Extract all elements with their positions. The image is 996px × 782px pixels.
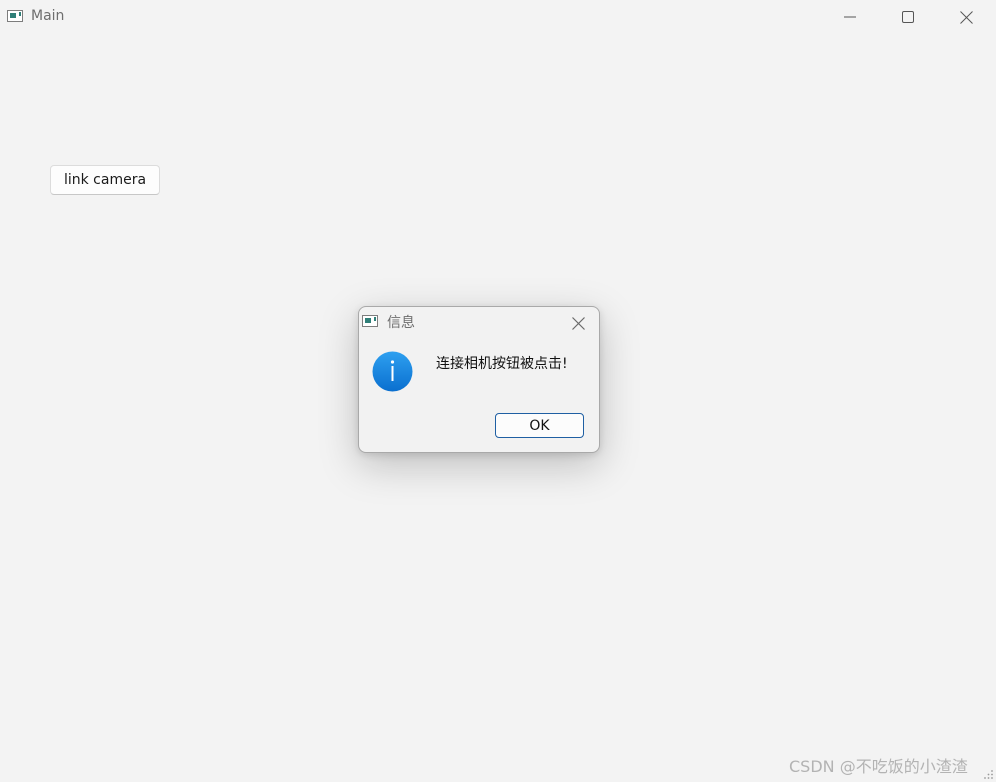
app-window-icon (7, 10, 23, 22)
dialog-title: 信息 (387, 315, 415, 331)
info-icon (372, 351, 413, 392)
close-icon (959, 10, 973, 24)
link-camera-button[interactable]: link camera (50, 165, 160, 195)
dialog-message: 连接相机按钮被点击! (436, 356, 568, 372)
main-window: Main link camera 信息 连接相机按钮被点击! OK CSDN @… (0, 0, 996, 782)
title-bar[interactable]: Main (0, 0, 996, 34)
minimize-button[interactable] (821, 0, 879, 34)
close-icon (571, 316, 585, 330)
dialog-window-icon (362, 315, 378, 327)
ok-button[interactable]: OK (495, 413, 584, 438)
maximize-icon (902, 11, 914, 23)
window-title: Main (31, 8, 65, 24)
info-dialog: 信息 连接相机按钮被点击! OK (358, 306, 600, 453)
close-button[interactable] (937, 0, 995, 34)
resize-grip-icon[interactable] (984, 770, 994, 780)
dialog-close-button[interactable] (567, 312, 589, 334)
maximize-button[interactable] (879, 0, 937, 34)
watermark: CSDN @不吃饭的小渣渣 (789, 757, 968, 776)
minimize-icon (844, 16, 856, 18)
